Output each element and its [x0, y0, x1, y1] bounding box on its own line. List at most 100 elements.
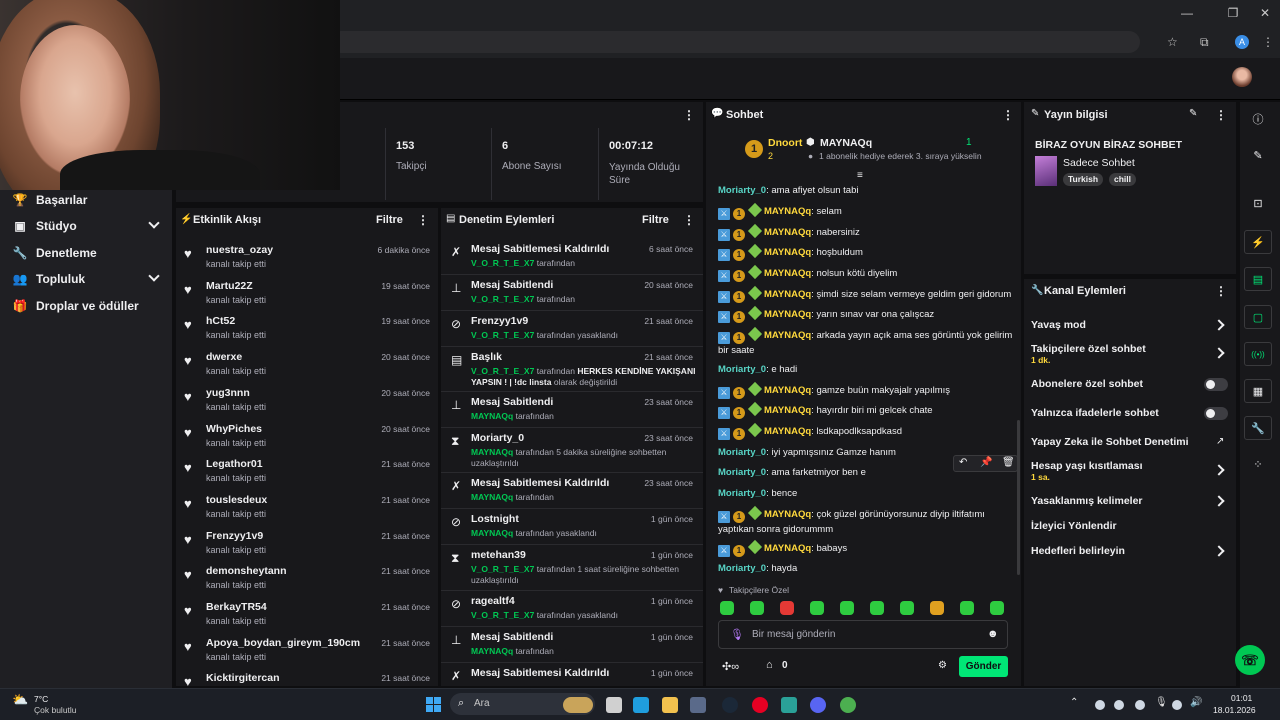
- moderator-name[interactable]: V_O_R_T_E_X7: [471, 366, 534, 376]
- activity-username[interactable]: touslesdeux: [206, 494, 267, 506]
- activity-row[interactable]: ♥ demonsheytann kanalı takip etti 21 saat ö…: [176, 563, 438, 599]
- browser-menu-icon[interactable]: ⋮: [1262, 35, 1274, 49]
- chat-username[interactable]: Moriarty_0: [718, 185, 766, 196]
- activity-username[interactable]: Legathor01: [206, 458, 263, 470]
- broadcast-icon[interactable]: ((•)): [1244, 342, 1272, 366]
- chat-message[interactable]: ⚔ 1 MAYNAQq: selam: [718, 202, 1018, 220]
- moderation-menu-icon[interactable]: ⋮: [683, 213, 695, 227]
- tag-chip[interactable]: Turkish: [1063, 173, 1104, 186]
- activity-username[interactable]: Apoya_boydan_gireym_190cm: [206, 637, 360, 649]
- channel-action-label[interactable]: Hedefleri belirleyin: [1031, 545, 1125, 557]
- toggle-switch[interactable]: [1204, 407, 1228, 420]
- activity-row[interactable]: ♥ Martu22Z kanalı takip etti 19 saat önce: [176, 278, 438, 314]
- channel-actions-menu-icon[interactable]: ⋮: [1215, 284, 1227, 298]
- pinterest-icon[interactable]: [752, 697, 768, 713]
- chat-message[interactable]: ⚔ 1 MAYNAQq: yarın sınav var ona çalışcaz: [718, 305, 1018, 323]
- chat-username[interactable]: MAYNAQq: [764, 543, 811, 554]
- chat-message[interactable]: ⚔ 1 MAYNAQq: çok güzel görünüyorsunuz diyi…: [718, 505, 1018, 536]
- emote-icon[interactable]: [900, 601, 914, 615]
- chat-message[interactable]: Moriarty_0: ama afiyet olsun tabi: [718, 184, 1018, 197]
- activity-filter-button[interactable]: Filtre: [376, 214, 403, 226]
- channel-action-label[interactable]: Yalnızca ifadelerle sohbet: [1031, 407, 1159, 419]
- chat-menu-icon[interactable]: ⋮: [1002, 108, 1014, 122]
- info-icon[interactable]: ⓘ: [1244, 108, 1272, 132]
- user-avatar[interactable]: [1232, 67, 1252, 87]
- emote-icon[interactable]: [720, 601, 734, 615]
- store-icon[interactable]: [690, 697, 706, 713]
- edge-icon[interactable]: [633, 697, 649, 713]
- chat-username[interactable]: Moriarty_0: [718, 488, 766, 499]
- weather-icon[interactable]: ⛅: [12, 692, 28, 708]
- chat-username[interactable]: Moriarty_0: [718, 563, 766, 574]
- chat-message[interactable]: Moriarty_0: bence: [718, 487, 1018, 500]
- chat-username[interactable]: MAYNAQq: [764, 206, 811, 217]
- support-chat-button[interactable]: ☏: [1235, 645, 1265, 675]
- reply-icon[interactable]: ↶: [959, 457, 967, 468]
- chrome-icon[interactable]: [840, 697, 856, 713]
- activity-row[interactable]: ♥ hCt52 kanalı takip etti 19 saat önce: [176, 313, 438, 349]
- network-icon[interactable]: [1172, 700, 1182, 710]
- chat-username[interactable]: Moriarty_0: [718, 447, 766, 458]
- activity-row[interactable]: ♥ Frenzyy1v9 kanalı takip etti 21 saat önce: [176, 528, 438, 564]
- nav-item-drops[interactable]: 🎁 Droplar ve ödüller: [12, 296, 162, 316]
- emote-icon[interactable]: [930, 601, 944, 615]
- chat-username[interactable]: MAYNAQq: [764, 247, 811, 258]
- chat-username[interactable]: Moriarty_0: [718, 467, 766, 478]
- channel-action-label[interactable]: Hesap yaşı kısıtlaması: [1031, 460, 1143, 472]
- activity-username[interactable]: Kicktirgitercan: [206, 672, 280, 684]
- volume-icon[interactable]: 🔊: [1190, 697, 1202, 708]
- tray-app-icon[interactable]: [1114, 700, 1124, 710]
- activity-row[interactable]: ♥ dwerxe kanalı takip etti 20 saat önce: [176, 349, 438, 385]
- collapse-leaderboard-icon[interactable]: ≡: [857, 170, 863, 181]
- moderator-name[interactable]: MAYNAQq: [471, 492, 513, 502]
- extensions-icon[interactable]: ⧉: [1200, 35, 1209, 50]
- emoji-icon[interactable]: ☻: [987, 628, 999, 640]
- chat-message[interactable]: Moriarty_0: e hadi: [718, 363, 1018, 376]
- activity-row[interactable]: ♥ yug3nnn kanalı takip etti 20 saat önce: [176, 385, 438, 421]
- chat-username[interactable]: MAYNAQq: [764, 509, 811, 520]
- activity-username[interactable]: demonsheytann: [206, 565, 287, 577]
- tag-chip[interactable]: chill: [1109, 173, 1137, 186]
- lightning-icon[interactable]: ⚡: [1244, 230, 1272, 254]
- channel-action-label[interactable]: Abonelere özel sohbet: [1031, 378, 1143, 390]
- activity-username[interactable]: WhyPiches: [206, 423, 262, 435]
- minimize-button[interactable]: —: [1177, 6, 1197, 20]
- activity-username[interactable]: nuestra_ozay: [206, 244, 273, 256]
- chat-username[interactable]: MAYNAQq: [764, 385, 811, 396]
- clipboard-icon[interactable]: ▤: [1244, 267, 1272, 291]
- send-button[interactable]: Gönder: [959, 656, 1008, 677]
- leaderboard-top-user[interactable]: Dnoort: [768, 137, 802, 149]
- chat-settings-icon[interactable]: ⚙: [938, 660, 947, 671]
- activity-username[interactable]: Frenzyy1v9: [206, 530, 263, 542]
- microphone-tray-icon[interactable]: 🎙: [1155, 697, 1168, 708]
- toggle-switch[interactable]: [1204, 378, 1228, 391]
- pen-icon[interactable]: ✎: [1244, 144, 1272, 168]
- chat-message[interactable]: Moriarty_0: hayda: [718, 562, 1018, 575]
- stream-category[interactable]: Sadece Sohbet: [1063, 157, 1135, 169]
- chat-username[interactable]: MAYNAQq: [764, 426, 811, 437]
- discord-icon[interactable]: [810, 697, 826, 713]
- activity-row[interactable]: ♥ touslesdeux kanalı takip etti 21 saat önc…: [176, 492, 438, 528]
- landscape-widget-icon[interactable]: [563, 697, 593, 713]
- pin-icon[interactable]: 📌: [980, 457, 992, 468]
- activity-row[interactable]: ♥ BerkayTR54 kanalı takip etti 21 saat önce: [176, 599, 438, 635]
- delete-icon[interactable]: 🗑: [1002, 457, 1015, 468]
- activity-username[interactable]: BerkayTR54: [206, 601, 267, 613]
- activity-row[interactable]: ♥ nuestra_ozay kanalı takip etti 6 dakika ö…: [176, 242, 438, 278]
- browser-profile-avatar[interactable]: A: [1235, 35, 1249, 49]
- channel-points-icon[interactable]: ✣∞: [722, 660, 739, 673]
- tray-app-icon[interactable]: [1135, 700, 1145, 710]
- address-bar[interactable]: [330, 31, 1140, 53]
- category-thumbnail[interactable]: [1035, 156, 1057, 186]
- chat-username[interactable]: Moriarty_0: [718, 364, 766, 375]
- chat-username[interactable]: MAYNAQq: [764, 309, 811, 320]
- apps-icon[interactable]: ⁘: [1244, 453, 1272, 477]
- moderator-name[interactable]: MAYNAQq: [471, 528, 513, 538]
- windows-start-icon[interactable]: [426, 697, 441, 712]
- wrench-icon[interactable]: 🔧: [1244, 416, 1272, 440]
- chat-message[interactable]: ⚔ 1 MAYNAQq: arkada yayın açık ama ses gör…: [718, 326, 1018, 357]
- stream-info-menu-icon[interactable]: ⋮: [1215, 108, 1227, 122]
- close-window-button[interactable]: ✕: [1255, 6, 1275, 20]
- channel-action-label[interactable]: Yasaklanmış kelimeler: [1031, 495, 1143, 507]
- focus-icon[interactable]: ⊡: [1244, 192, 1272, 216]
